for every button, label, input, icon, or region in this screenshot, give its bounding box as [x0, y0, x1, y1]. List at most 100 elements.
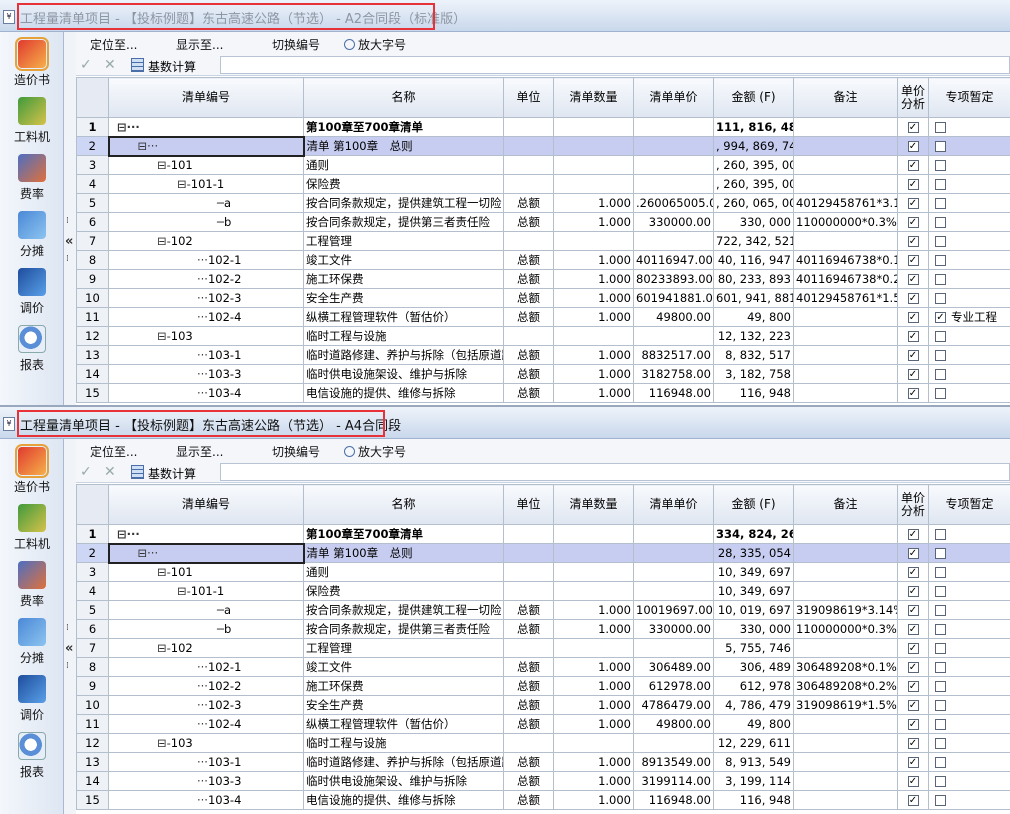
checkbox-unchecked[interactable]	[935, 216, 946, 228]
code-cell[interactable]: ⊟···	[107, 135, 305, 157]
unit-cell[interactable]: 总额	[503, 307, 554, 327]
remark-cell[interactable]: 306489208*0.2%	[793, 676, 898, 696]
code-cell[interactable]: ···102-3	[108, 288, 304, 308]
tree-connector[interactable]: ⊟···	[117, 120, 140, 134]
code-cell[interactable]: ···103-4	[108, 383, 304, 403]
amount-cell[interactable]: 5, 755, 746	[713, 638, 794, 658]
name-cell[interactable]: 按合同条款规定，提供建筑工程一切险	[303, 600, 504, 620]
remark-cell[interactable]	[793, 364, 898, 384]
amount-cell[interactable]: 111, 816, 487	[713, 117, 794, 137]
checkbox-checked[interactable]: ✓	[907, 529, 919, 540]
tree-connector[interactable]: ⊟-	[177, 177, 191, 191]
analysis-cell[interactable]: ✓	[897, 155, 929, 175]
tree-connector[interactable]: ···	[197, 717, 208, 731]
price-cell[interactable]: .260065005.00	[633, 193, 714, 213]
qty-cell[interactable]: 1.000	[553, 345, 634, 365]
remark-cell[interactable]	[793, 383, 898, 403]
checkbox-checked[interactable]: ✓	[907, 662, 919, 673]
provisional-cell[interactable]	[928, 364, 1010, 384]
remark-cell[interactable]	[793, 543, 898, 563]
table-row[interactable]: 11 ···102-4 纵横工程管理软件（暂估价） 总额 1.000 49800.00 49…	[76, 307, 1010, 327]
provisional-cell[interactable]	[928, 174, 1010, 194]
column-header-code[interactable]: 清单编号	[108, 484, 304, 525]
checkbox-unchecked[interactable]	[935, 197, 946, 209]
checkbox-unchecked[interactable]	[935, 642, 946, 654]
column-header-provisional[interactable]: 专项暂定	[928, 77, 1010, 118]
price-cell[interactable]: 8832517.00	[633, 345, 714, 365]
price-cell[interactable]: 3182758.00	[633, 364, 714, 384]
table-row[interactable]: 10 ···102-3 安全生产费 总额 1.000 4786479.00 4, 786, …	[76, 695, 1010, 715]
checkbox-unchecked[interactable]	[935, 140, 946, 152]
tree-connector[interactable]: ⊟-	[157, 565, 171, 579]
column-header-qty[interactable]: 清单数量	[553, 484, 634, 525]
provisional-cell[interactable]	[928, 619, 1010, 639]
checkbox-checked[interactable]: ✓	[907, 255, 919, 266]
amount-cell[interactable]: 28, 335, 054	[713, 543, 794, 563]
code-cell[interactable]: ···103-1	[108, 752, 304, 772]
qty-cell[interactable]: 1.000	[553, 790, 634, 810]
amount-cell[interactable]: 116, 948	[713, 383, 794, 403]
column-header-analysis[interactable]: 单价 分析	[897, 484, 929, 525]
code-cell[interactable]: ···102-2	[108, 676, 304, 696]
table-row[interactable]: 3⊟-101通则, 260, 395, 005✓	[76, 155, 1010, 175]
tree-connector[interactable]: ···	[197, 755, 208, 769]
code-cell[interactable]: ···102-4	[108, 714, 304, 734]
checkbox-checked[interactable]: ✓	[907, 624, 919, 635]
tree-connector[interactable]: ···	[197, 291, 208, 305]
amount-cell[interactable]: 40, 116, 947	[713, 250, 794, 270]
tree-connector[interactable]: ···	[197, 310, 208, 324]
name-cell[interactable]: 按合同条款规定，提供建筑工程一切险	[303, 193, 504, 213]
column-header-provisional[interactable]: 专项暂定	[928, 484, 1010, 525]
analysis-cell[interactable]: ✓	[897, 638, 929, 658]
table-row[interactable]: 1 ⊟··· 第100章至700章清单 334, 824, 262 ✓	[76, 524, 1010, 544]
remark-cell[interactable]	[793, 714, 898, 734]
qty-cell[interactable]: 1.000	[553, 307, 634, 327]
table-row[interactable]: 6 ─b 按合同条款规定，提供第三者责任险 总额 1.000 330000.00 330, …	[76, 619, 1010, 639]
checkbox-unchecked[interactable]	[935, 178, 946, 190]
code-cell[interactable]: ⊟···	[108, 117, 304, 137]
amount-cell[interactable]: 80, 233, 893	[713, 269, 794, 289]
checkbox-unchecked[interactable]	[935, 547, 946, 559]
table-row[interactable]: 4⊟-101-1保险费, 260, 395, 005✓	[76, 174, 1010, 194]
confirm-icon[interactable]: ✓	[80, 464, 92, 480]
provisional-cell[interactable]	[928, 771, 1010, 791]
remark-cell[interactable]	[793, 524, 898, 544]
sidebar-item-allocation[interactable]: 分摊	[0, 209, 64, 263]
qty-cell[interactable]: 1.000	[553, 250, 634, 270]
menu-switch-code[interactable]: 切换编号	[272, 36, 320, 53]
name-cell[interactable]: 安全生产费	[303, 695, 504, 715]
amount-cell[interactable]: 10, 349, 697	[713, 562, 794, 582]
name-cell[interactable]: 临时道路修建、养护与拆除（包括原道路	[303, 752, 504, 772]
tree-connector[interactable]: ···	[197, 774, 208, 788]
menu-zoom[interactable]: 放大字号	[344, 36, 406, 53]
tree-connector[interactable]: ···	[197, 386, 208, 400]
checkbox-unchecked[interactable]	[935, 566, 946, 578]
table-row[interactable]: 15 ···103-4 电信设施的提供、维修与拆除 总额 1.000 116948.00 1…	[76, 383, 1010, 403]
qty-cell[interactable]	[553, 231, 634, 251]
tree-connector[interactable]: ⊟-	[157, 158, 171, 172]
column-header-name[interactable]: 名称	[303, 484, 504, 525]
code-cell[interactable]: ···103-4	[108, 790, 304, 810]
amount-cell[interactable]: 8, 913, 549	[713, 752, 794, 772]
price-cell[interactable]: 116948.00	[633, 383, 714, 403]
code-cell[interactable]: ⊟···	[108, 524, 304, 544]
price-cell[interactable]	[633, 581, 714, 601]
amount-cell[interactable]: , 994, 869, 749	[713, 136, 794, 156]
checkbox-unchecked[interactable]	[935, 159, 946, 171]
remark-cell[interactable]	[793, 752, 898, 772]
cancel-icon[interactable]: ✕	[104, 57, 116, 73]
sidebar-item-report[interactable]: 报表	[0, 730, 64, 784]
code-cell[interactable]: ···103-3	[108, 771, 304, 791]
remark-cell[interactable]: 40116946738*0.1%	[793, 250, 898, 270]
code-cell[interactable]: ─b	[108, 212, 304, 232]
analysis-cell[interactable]: ✓	[897, 524, 929, 544]
table-row[interactable]: 6 ─b 按合同条款规定，提供第三者责任险 总额 1.000 330000.00 330, …	[76, 212, 1010, 232]
checkbox-checked[interactable]: ✓	[907, 719, 919, 730]
table-row[interactable]: 14 ···103-3 临时供电设施架设、维护与拆除 总额 1.000 3182758.0…	[76, 364, 1010, 384]
name-cell[interactable]: 清单 第100章 总则	[303, 543, 504, 563]
provisional-cell[interactable]	[928, 326, 1010, 346]
analysis-cell[interactable]: ✓	[897, 345, 929, 365]
analysis-cell[interactable]: ✓	[897, 733, 929, 753]
analysis-cell[interactable]: ✓	[897, 193, 929, 213]
tree-connector[interactable]: ···	[197, 272, 208, 286]
